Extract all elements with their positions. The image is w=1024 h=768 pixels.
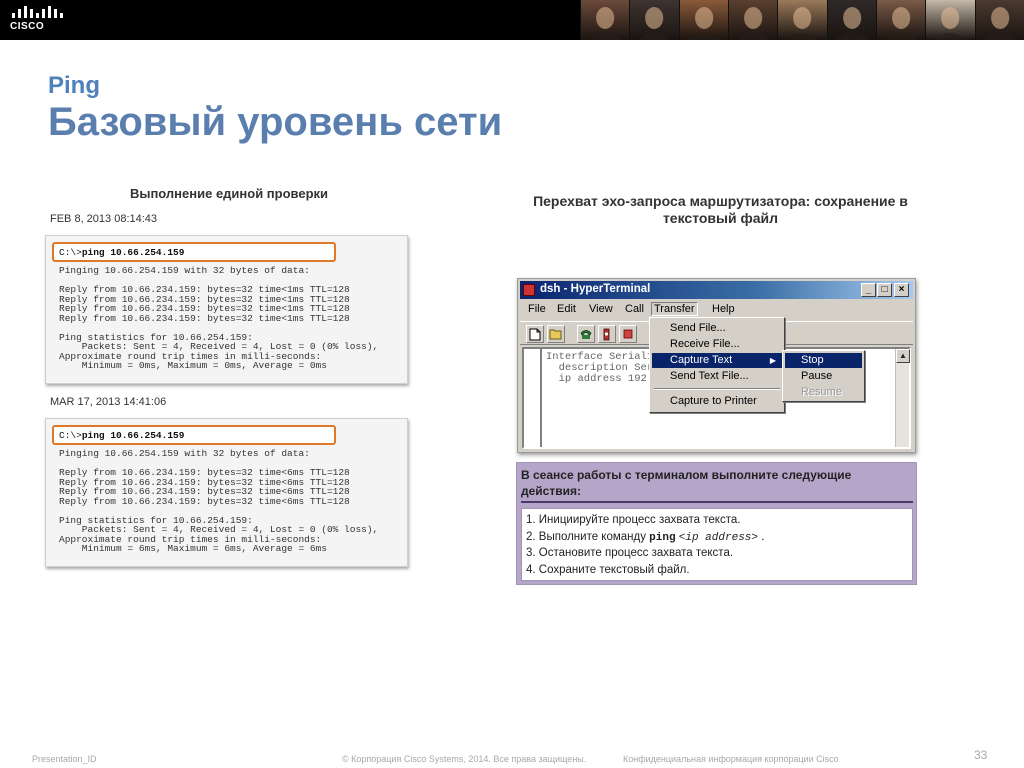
submenu-item-stop[interactable]: Stop bbox=[785, 353, 862, 368]
instructions-box: В сеансе работы с терминалом выполните с… bbox=[516, 462, 917, 585]
hyperterminal-app-icon bbox=[523, 284, 535, 296]
step-2: 2. Выполните команду ping <ip address> . bbox=[526, 529, 912, 546]
terminal-left-edge bbox=[540, 349, 542, 447]
phone-disconnect-icon[interactable] bbox=[598, 325, 616, 343]
menu-item-receive-file[interactable]: Receive File... bbox=[652, 337, 782, 352]
people-photo-strip bbox=[580, 0, 1024, 40]
person-photo bbox=[727, 0, 778, 40]
menu-help[interactable]: Help bbox=[712, 303, 735, 315]
step-3: 3. Остановите процесс захвата текста. bbox=[526, 547, 734, 559]
person-silhouette-icon bbox=[983, 7, 1016, 40]
capture-heading: Перехват эхо-запроса маршрутизатора: сох… bbox=[533, 193, 908, 226]
person-silhouette-icon bbox=[737, 7, 770, 40]
output-line: Pinging 10.66.254.159 with 32 bytes of d… bbox=[59, 448, 310, 459]
step-2-argument: <ip address> bbox=[678, 531, 758, 544]
person-silhouette-icon bbox=[885, 7, 918, 40]
menu-separator bbox=[654, 388, 780, 390]
ping-command: ping 10.66.254.159 bbox=[81, 247, 185, 258]
menu-item-send-file[interactable]: Send File... bbox=[652, 321, 782, 336]
step-2-text: 2. Выполните команду bbox=[526, 530, 650, 543]
submenu-item-pause[interactable]: Pause bbox=[785, 369, 862, 384]
person-photo bbox=[925, 0, 975, 40]
phone-call-icon[interactable] bbox=[577, 325, 595, 343]
output-line: Pinging 10.66.254.159 with 32 bytes of d… bbox=[59, 265, 310, 276]
output-line: Reply from 10.66.234.159: bytes=32 time<… bbox=[59, 312, 350, 324]
output-line: Minimum = 0ms, Maximum = 0ms, Average = … bbox=[59, 360, 327, 371]
output-line: Reply from 10.66.234.159: bytes=32 time<… bbox=[59, 495, 350, 507]
ping-terminal-output: C:\>ping 10.66.254.159 Pinging 10.66.254… bbox=[45, 235, 408, 384]
submenu-arrow-icon: ▶ bbox=[769, 356, 776, 365]
top-banner: CISCO bbox=[0, 0, 1024, 40]
send-icon[interactable] bbox=[619, 325, 637, 343]
copyright-notice: © Корпорация Cisco Systems, 2014. Все пр… bbox=[342, 754, 587, 764]
person-silhouette-icon bbox=[687, 7, 720, 40]
person-silhouette-icon bbox=[786, 7, 819, 40]
scroll-up-icon[interactable]: ▲ bbox=[896, 349, 910, 363]
cisco-wordmark: CISCO bbox=[10, 21, 45, 32]
instructions-header: В сеансе работы с терминалом выполните с… bbox=[521, 468, 852, 498]
window-titlebar[interactable]: dsh - HyperTerminal _ □ × bbox=[520, 281, 913, 299]
slide-title: Базовый уровень сети bbox=[48, 100, 503, 144]
ping-output-body: Pinging 10.66.254.159 with 32 bytes of d… bbox=[52, 449, 401, 554]
slide-kicker: Ping bbox=[48, 72, 100, 99]
menu-file[interactable]: File bbox=[528, 303, 546, 315]
person-photo bbox=[678, 0, 728, 40]
menu-item-capture-to-printer[interactable]: Capture to Printer bbox=[652, 394, 782, 409]
person-photo bbox=[777, 0, 827, 40]
submenu-item-resume: Resume bbox=[801, 386, 842, 398]
vertical-scrollbar[interactable]: ▲ bbox=[895, 349, 910, 447]
person-silhouette-icon bbox=[638, 7, 671, 40]
command-line-highlight: C:\>ping 10.66.254.159 bbox=[52, 425, 336, 445]
confidential-notice: Конфиденциальная информация корпорации C… bbox=[623, 754, 839, 764]
command-line: C:\>ping 10.66.254.159 bbox=[59, 247, 184, 258]
person-photo bbox=[629, 0, 679, 40]
step-2-suffix: . bbox=[758, 530, 765, 543]
person-silhouette-icon bbox=[835, 7, 868, 40]
person-photo bbox=[826, 0, 876, 40]
step-4: 4. Сохраните текстовый файл. bbox=[526, 563, 690, 576]
menu-call[interactable]: Call bbox=[625, 303, 644, 315]
run-date: MAR 17, 2013 14:41:06 bbox=[50, 396, 167, 408]
window-title: dsh - HyperTerminal bbox=[540, 283, 651, 295]
divider bbox=[521, 501, 913, 503]
command-line-highlight: C:\>ping 10.66.254.159 bbox=[52, 242, 336, 262]
capture-text-submenu: Stop Pause Resume bbox=[782, 350, 865, 402]
maximize-button[interactable]: □ bbox=[877, 283, 892, 297]
menu-item-send-text-file[interactable]: Send Text File... bbox=[652, 369, 782, 384]
new-document-icon[interactable] bbox=[526, 325, 544, 343]
open-folder-icon[interactable] bbox=[547, 325, 565, 343]
output-line: Minimum = 6ms, Maximum = 6ms, Average = … bbox=[59, 543, 327, 554]
presentation-id: Presentation_ID bbox=[32, 754, 97, 764]
person-photo bbox=[580, 0, 630, 40]
person-photo bbox=[974, 0, 1024, 40]
ping-terminal-output: C:\>ping 10.66.254.159 Pinging 10.66.254… bbox=[45, 418, 408, 567]
single-check-heading: Выполнение единой проверки bbox=[129, 186, 329, 201]
person-photo bbox=[875, 0, 926, 40]
person-silhouette-icon bbox=[934, 7, 967, 40]
run-date: FEB 8, 2013 08:14:43 bbox=[50, 213, 158, 225]
cisco-logo: CISCO bbox=[10, 4, 70, 36]
instructions-steps: 1. Инициируйте процесс захвата текста. 2… bbox=[521, 508, 913, 581]
minimize-button[interactable]: _ bbox=[861, 283, 876, 297]
menu-edit[interactable]: Edit bbox=[557, 303, 576, 315]
cisco-bridge-icon bbox=[12, 6, 63, 18]
ping-output-body: Pinging 10.66.254.159 with 32 bytes of d… bbox=[52, 266, 401, 371]
prompt: C:\> bbox=[59, 247, 82, 258]
transfer-menu: Send File... Receive File... Capture Tex… bbox=[649, 317, 785, 413]
menu-item-label: Capture Text bbox=[670, 354, 733, 366]
page-number: 33 bbox=[974, 748, 988, 762]
close-button[interactable]: × bbox=[894, 283, 909, 297]
menu-view[interactable]: View bbox=[589, 303, 613, 315]
prompt: C:\> bbox=[59, 430, 82, 441]
menu-transfer[interactable]: Transfer bbox=[651, 302, 698, 316]
command-line: C:\>ping 10.66.254.159 bbox=[59, 430, 184, 441]
step-1: 1. Инициируйте процесс захвата текста. bbox=[526, 514, 741, 526]
menu-item-capture-text[interactable]: Capture Text ▶ bbox=[652, 353, 782, 368]
person-silhouette-icon bbox=[589, 7, 622, 40]
step-2-command: ping bbox=[649, 531, 676, 544]
ping-command: ping 10.66.254.159 bbox=[81, 430, 185, 441]
